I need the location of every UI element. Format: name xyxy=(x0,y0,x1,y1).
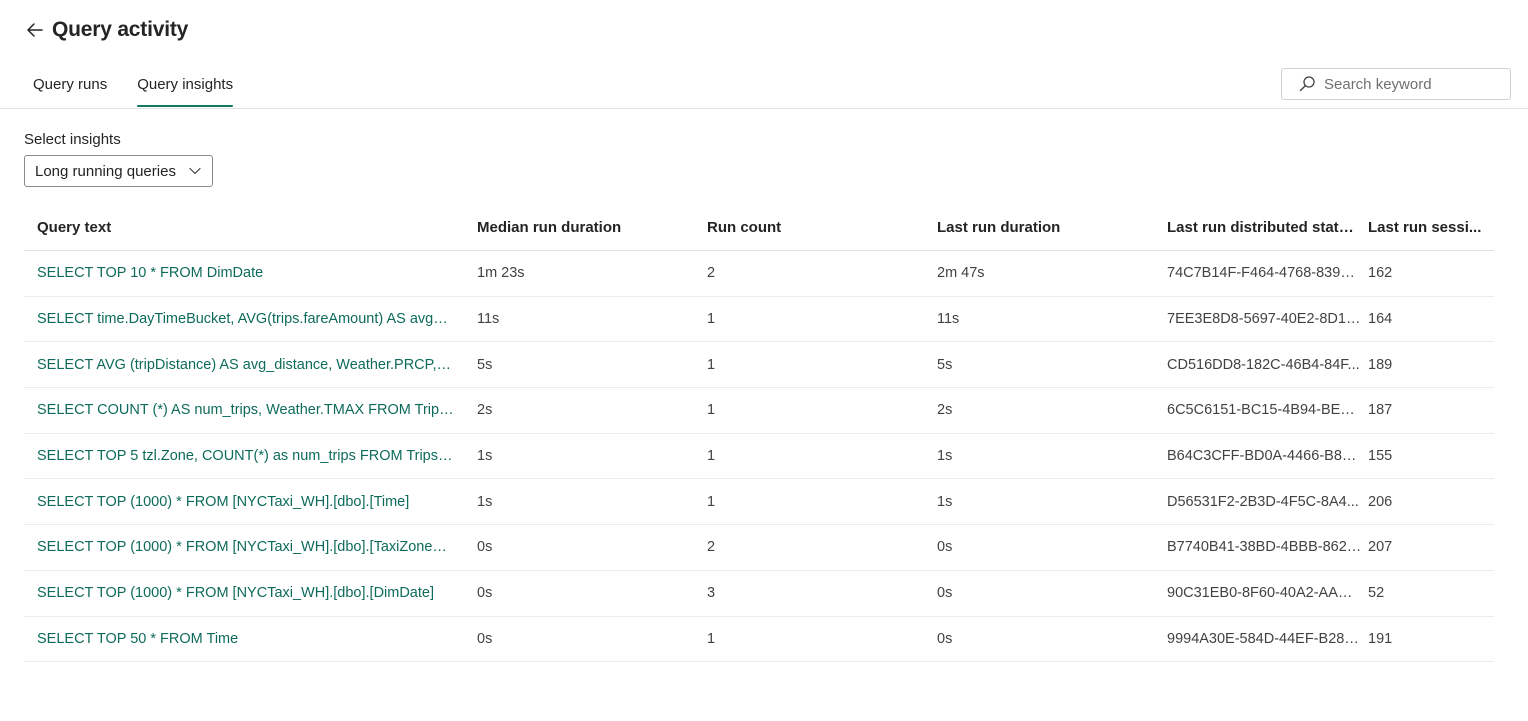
back-button[interactable] xyxy=(24,19,46,41)
column-header-last-run-duration[interactable]: Last run duration xyxy=(924,219,1154,236)
column-header-last-run-session[interactable]: Last run sessi... xyxy=(1368,219,1494,236)
cell-query-text[interactable]: SELECT TOP (1000) * FROM [NYCTaxi_WH].[d… xyxy=(24,585,464,601)
query-activity-page: Query activity Query runs Query insights… xyxy=(0,0,1528,721)
cell-last-run-duration: 0s xyxy=(937,585,953,602)
insights-dropdown-value: Long running queries xyxy=(35,162,176,180)
tab-query-insights[interactable]: Query insights xyxy=(128,66,242,107)
table-row[interactable]: SELECT TOP (1000) * FROM [NYCTaxi_WH].[d… xyxy=(24,525,1494,571)
cell-last-run-duration: 0s xyxy=(937,630,953,647)
cell-query-text[interactable]: SELECT TOP (1000) * FROM [NYCTaxi_WH].[d… xyxy=(24,539,464,555)
cell-last-run-duration: 1s xyxy=(937,448,953,465)
cell-distributed-statement-id: 7EE3E8D8-5697-40E2-8D15... xyxy=(1167,311,1367,328)
cell-distributed-statement-id: CD516DD8-182C-46B4-84F... xyxy=(1167,356,1360,373)
cell-last-run-duration: 1s xyxy=(937,493,953,510)
cell-last-run-duration: 2s xyxy=(937,402,953,419)
table-body: SELECT TOP 10 * FROM DimDate 1m 23s 2 2m 47… xyxy=(24,251,1494,663)
cell-query-text[interactable]: SELECT TOP (1000) * FROM [NYCTaxi_WH].[d… xyxy=(24,494,464,510)
cell-run-count: 1 xyxy=(707,448,716,465)
table-row[interactable]: SELECT time.DayTimeBucket, AVG(trips.far… xyxy=(24,297,1494,343)
cell-median-run-duration: 0s xyxy=(477,539,493,556)
select-insights-label: Select insights xyxy=(24,131,121,148)
cell-last-run-duration: 11s xyxy=(937,311,960,328)
table-row[interactable]: SELECT COUNT (*) AS num_trips, Weather.T… xyxy=(24,388,1494,434)
column-header-last-run-distributed-statement[interactable]: Last run distributed statem... xyxy=(1154,219,1368,236)
insights-dropdown[interactable]: Long running queries xyxy=(24,155,213,187)
cell-session-id: 164 xyxy=(1368,311,1393,328)
cell-distributed-statement-id: 6C5C6151-BC15-4B94-BE4E... xyxy=(1167,402,1368,419)
cell-distributed-statement-id: D56531F2-2B3D-4F5C-8A4... xyxy=(1167,493,1359,510)
cell-query-text[interactable]: SELECT time.DayTimeBucket, AVG(trips.far… xyxy=(24,311,464,327)
cell-run-count: 2 xyxy=(707,265,716,282)
tab-divider xyxy=(0,108,1528,109)
cell-run-count: 1 xyxy=(707,402,716,419)
insights-table: Query text Median run duration Run count… xyxy=(24,204,1494,663)
cell-last-run-duration: 0s xyxy=(937,539,953,556)
column-header-median-run-duration[interactable]: Median run duration xyxy=(464,219,694,236)
cell-run-count: 1 xyxy=(707,493,716,510)
cell-distributed-statement-id: 9994A30E-584D-44EF-B28F... xyxy=(1167,630,1364,647)
cell-distributed-statement-id: 90C31EB0-8F60-40A2-AACF... xyxy=(1167,585,1368,602)
cell-session-id: 206 xyxy=(1368,493,1393,510)
column-header-run-count[interactable]: Run count xyxy=(694,219,924,236)
cell-session-id: 52 xyxy=(1368,585,1385,602)
cell-session-id: 162 xyxy=(1368,265,1393,282)
cell-run-count: 1 xyxy=(707,311,716,328)
cell-median-run-duration: 5s xyxy=(477,356,493,373)
cell-session-id: 207 xyxy=(1368,539,1393,556)
cell-distributed-statement-id: 74C7B14F-F464-4768-8395-... xyxy=(1167,265,1366,282)
page-header: Query activity xyxy=(24,14,188,46)
tab-query-runs[interactable]: Query runs xyxy=(24,66,116,98)
cell-query-text[interactable]: SELECT COUNT (*) AS num_trips, Weather.T… xyxy=(24,402,464,418)
arrow-left-icon xyxy=(27,23,43,37)
cell-median-run-duration: 1s xyxy=(477,448,493,465)
table-row[interactable]: SELECT TOP 10 * FROM DimDate 1m 23s 2 2m 47… xyxy=(24,251,1494,297)
table-header: Query text Median run duration Run count… xyxy=(24,204,1494,251)
cell-distributed-statement-id: B7740B41-38BD-4BBB-8624... xyxy=(1167,539,1367,556)
cell-query-text[interactable]: SELECT AVG (tripDistance) AS avg_distanc… xyxy=(24,357,464,373)
cell-median-run-duration: 2s xyxy=(477,402,493,419)
cell-median-run-duration: 1m 23s xyxy=(477,265,525,282)
cell-query-text[interactable]: SELECT TOP 10 * FROM DimDate xyxy=(24,265,464,281)
tab-list: Query runs Query insights xyxy=(24,66,254,108)
table-row[interactable]: SELECT AVG (tripDistance) AS avg_distanc… xyxy=(24,342,1494,389)
cell-median-run-duration: 1s xyxy=(477,493,493,510)
cell-run-count: 2 xyxy=(707,539,716,556)
cell-session-id: 187 xyxy=(1368,402,1393,419)
table-row[interactable]: SELECT TOP (1000) * FROM [NYCTaxi_WH].[d… xyxy=(24,571,1494,617)
cell-query-text[interactable]: SELECT TOP 5 tzl.Zone, COUNT(*) as num_t… xyxy=(24,448,464,464)
cell-median-run-duration: 0s xyxy=(477,585,493,602)
table-row[interactable]: SELECT TOP (1000) * FROM [NYCTaxi_WH].[d… xyxy=(24,479,1494,526)
page-title: Query activity xyxy=(52,18,189,41)
cell-run-count: 3 xyxy=(707,585,716,602)
cell-session-id: 155 xyxy=(1368,448,1393,465)
search-box[interactable] xyxy=(1281,68,1511,100)
cell-run-count: 1 xyxy=(707,356,716,373)
cell-query-text[interactable]: SELECT TOP 50 * FROM Time xyxy=(24,631,464,647)
cell-session-id: 189 xyxy=(1368,356,1393,373)
column-header-query-text[interactable]: Query text xyxy=(24,219,464,236)
table-row[interactable]: SELECT TOP 5 tzl.Zone, COUNT(*) as num_t… xyxy=(24,434,1494,480)
search-icon xyxy=(1298,75,1316,93)
cell-median-run-duration: 11s xyxy=(477,311,500,328)
table-row[interactable]: SELECT TOP 50 * FROM Time 0s 1 0s 9994A30E-5… xyxy=(24,617,1494,663)
chevron-down-icon xyxy=(188,164,202,178)
cell-session-id: 191 xyxy=(1368,630,1393,647)
cell-last-run-duration: 2m 47s xyxy=(937,265,985,282)
cell-run-count: 1 xyxy=(707,630,716,647)
cell-last-run-duration: 5s xyxy=(937,356,953,373)
search-input[interactable] xyxy=(1324,75,1494,93)
cell-distributed-statement-id: B64C3CFF-BD0A-4466-B83... xyxy=(1167,448,1363,465)
cell-median-run-duration: 0s xyxy=(477,630,493,647)
